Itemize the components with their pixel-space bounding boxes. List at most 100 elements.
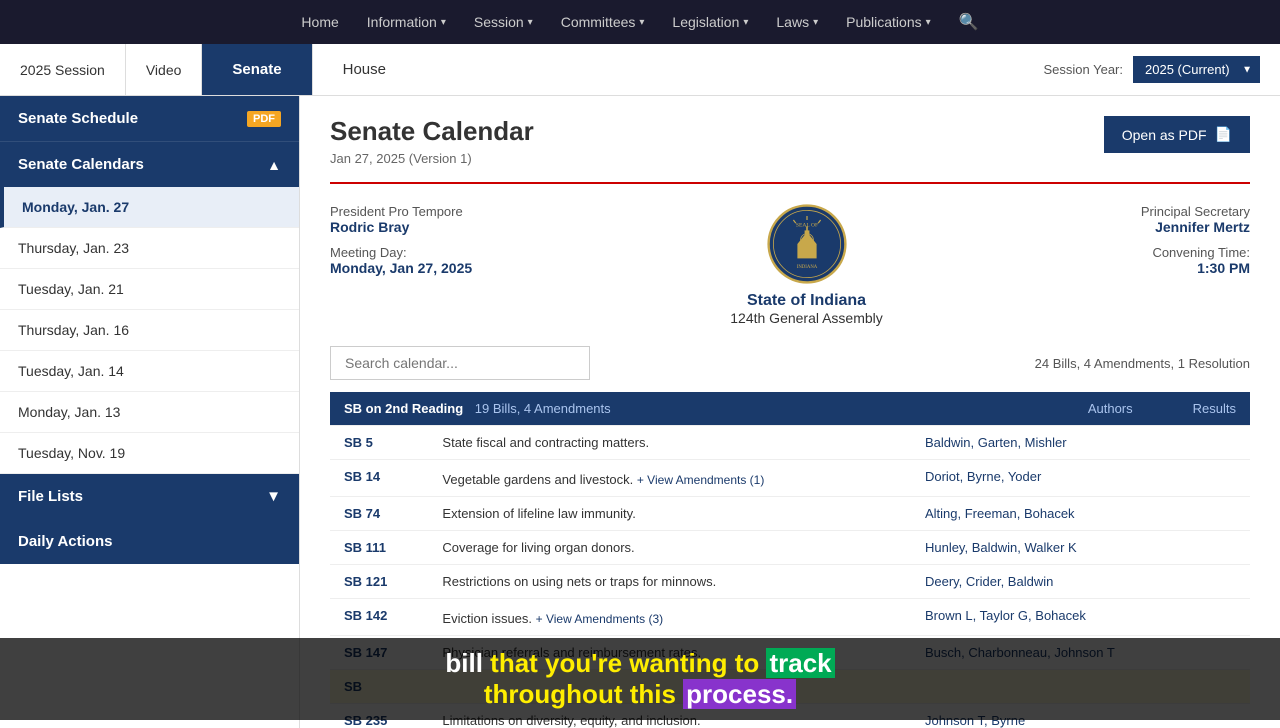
bill-results	[1211, 426, 1250, 460]
section-header-cell: SB on 2nd Reading 19 Bills, 4 Amendments…	[330, 392, 1250, 426]
view-amendments-link[interactable]: + View Amendments (3)	[536, 612, 664, 626]
subtitle-word-to: to	[735, 648, 767, 678]
convening-time-value: 1:30 PM	[1141, 260, 1250, 276]
nav-laws[interactable]: Laws ▾	[776, 14, 818, 30]
legislation-chevron-icon: ▾	[743, 17, 748, 28]
calendars-chevron-icon: ▲	[267, 157, 281, 173]
convening-time-label: Convening Time:	[1141, 245, 1250, 260]
bill-number[interactable]: SB 121	[344, 574, 387, 589]
nav-publications[interactable]: Publications ▾	[846, 14, 931, 30]
sidebar-date-thursday-jan23[interactable]: Thursday, Jan. 23	[0, 228, 299, 269]
nav-legislation[interactable]: Legislation ▾	[672, 14, 748, 30]
subtitle-word-throughout: throughout	[484, 679, 630, 709]
house-tab[interactable]: House	[312, 44, 416, 95]
bill-authors[interactable]: Alting, Freeman, Bohacek	[925, 506, 1075, 521]
pdf-icon: PDF	[247, 111, 281, 127]
president-value: Rodric Bray	[330, 219, 472, 235]
bill-description: Coverage for living organ donors.	[428, 531, 911, 565]
search-input[interactable]	[330, 346, 590, 380]
content-area: Senate Calendar Jan 27, 2025 (Version 1)…	[300, 96, 1280, 728]
session-year-select[interactable]: 2025 (Current)	[1133, 56, 1260, 83]
sidebar-date-tuesday-nov19[interactable]: Tuesday, Nov. 19	[0, 433, 299, 474]
file-lists-chevron-icon: ▼	[266, 488, 281, 505]
nav-home[interactable]: Home	[301, 14, 338, 30]
bill-authors[interactable]: Hunley, Baldwin, Walker K	[925, 540, 1077, 555]
table-row: SB 121 Restrictions on using nets or tra…	[330, 565, 1250, 599]
bill-authors[interactable]: Deery, Crider, Baldwin	[925, 574, 1053, 589]
bill-number[interactable]: SB 111	[344, 540, 386, 555]
section-count: 19 Bills, 4 Amendments	[475, 401, 611, 416]
sidebar: Senate Schedule PDF Senate Calendars ▲ M…	[0, 96, 300, 728]
senate-tab[interactable]: Senate	[202, 44, 311, 95]
summary-text: 24 Bills, 4 Amendments, 1 Resolution	[1035, 356, 1250, 371]
state-seal-image: SEAL OF INDIANA	[767, 204, 847, 284]
bill-number[interactable]: SB 142	[344, 608, 387, 623]
bill-description: Extension of lifeline law immunity.	[428, 497, 911, 531]
nav-committees[interactable]: Committees ▾	[561, 14, 645, 30]
session-label: 2025 Session	[0, 44, 126, 95]
session-chevron-icon: ▾	[528, 17, 533, 28]
table-row: SB 74 Extension of lifeline law immunity…	[330, 497, 1250, 531]
video-button[interactable]: Video	[126, 44, 203, 95]
nav-information[interactable]: Information ▾	[367, 14, 446, 30]
bill-description: State fiscal and contracting matters.	[428, 426, 911, 460]
subtitle-word-this: this	[630, 679, 683, 709]
subtitle-word-process: process.	[683, 679, 796, 709]
subtitle-overlay: bill that you're wanting to track throug…	[0, 638, 1280, 720]
open-pdf-button[interactable]: Open as PDF 📄	[1104, 116, 1250, 153]
state-name: State of Indiana	[747, 292, 866, 310]
secretary-value: Jennifer Mertz	[1141, 219, 1250, 235]
nav-search-button[interactable]: 🔍	[959, 12, 979, 32]
sidebar-date-monday-jan27[interactable]: Monday, Jan. 27	[0, 187, 299, 228]
view-amendments-link[interactable]: + View Amendments (1)	[637, 473, 765, 487]
bill-authors[interactable]: Brown L, Taylor G, Bohacek	[925, 608, 1086, 623]
sidebar-date-thursday-jan16[interactable]: Thursday, Jan. 16	[0, 310, 299, 351]
subtitle-word-that: that	[490, 648, 545, 678]
bill-authors[interactable]: Baldwin, Garten, Mishler	[925, 435, 1067, 450]
publications-chevron-icon: ▾	[926, 17, 931, 28]
open-pdf-label: Open as PDF	[1122, 127, 1207, 143]
bill-description: Vegetable gardens and livestock. + View …	[428, 460, 911, 497]
president-info: President Pro Tempore Rodric Bray Meetin…	[330, 204, 472, 276]
assembly-name: 124th General Assembly	[730, 310, 883, 326]
content-divider	[330, 182, 1250, 184]
table-row: SB 142 Eviction issues. + View Amendment…	[330, 599, 1250, 636]
sidebar-date-tuesday-jan14[interactable]: Tuesday, Jan. 14	[0, 351, 299, 392]
bill-description: Eviction issues. + View Amendments (3)	[428, 599, 911, 636]
table-row: SB 5 State fiscal and contracting matter…	[330, 426, 1250, 460]
pdf-file-icon: 📄	[1215, 126, 1232, 143]
subtitle-word-wanting: wanting	[629, 648, 734, 678]
sidebar-date-monday-jan13[interactable]: Monday, Jan. 13	[0, 392, 299, 433]
content-wrapper: Senate Calendar Jan 27, 2025 (Version 1)…	[330, 116, 1250, 728]
laws-chevron-icon: ▾	[813, 17, 818, 28]
bill-number[interactable]: SB 74	[344, 506, 380, 521]
bill-number[interactable]: SB 5	[344, 435, 373, 450]
header-info: President Pro Tempore Rodric Bray Meetin…	[330, 204, 1250, 326]
sidebar-date-tuesday-jan21[interactable]: Tuesday, Jan. 21	[0, 269, 299, 310]
page-title: Senate Calendar	[330, 116, 534, 147]
section-header-label: SB on 2nd Reading	[344, 401, 463, 416]
meeting-day-value: Monday, Jan 27, 2025	[330, 260, 472, 276]
committees-chevron-icon: ▾	[639, 17, 644, 28]
bill-description: Restrictions on using nets or traps for …	[428, 565, 911, 599]
svg-text:INDIANA: INDIANA	[796, 265, 817, 270]
sidebar-file-lists[interactable]: File Lists ▼	[0, 474, 299, 519]
authors-column-label: Authors	[1088, 401, 1133, 416]
session-year-section: Session Year: 2025 (Current)	[1023, 44, 1280, 95]
sidebar-senate-calendars[interactable]: Senate Calendars ▲	[0, 141, 299, 187]
subtitle-line1: bill that you're wanting to track	[10, 648, 1270, 679]
bill-authors[interactable]: Doriot, Byrne, Yoder	[925, 469, 1041, 484]
bill-results	[1211, 565, 1250, 599]
nav-session[interactable]: Session ▾	[474, 14, 533, 30]
bill-number[interactable]: SB 14	[344, 469, 380, 484]
sidebar-senate-schedule[interactable]: Senate Schedule PDF	[0, 96, 299, 141]
results-column-label: Results	[1193, 401, 1236, 416]
top-nav: Home Information ▾ Session ▾ Committees …	[0, 0, 1280, 44]
sidebar-daily-actions[interactable]: Daily Actions	[0, 519, 299, 564]
secretary-label: Principal Secretary	[1141, 204, 1250, 219]
secretary-info: Principal Secretary Jennifer Mertz Conve…	[1141, 204, 1250, 276]
subtitle-word-bill: bill	[445, 648, 490, 678]
section-header-row: SB on 2nd Reading 19 Bills, 4 Amendments…	[330, 392, 1250, 426]
subtitle-line2: throughout this process.	[10, 679, 1270, 710]
subtitle-word-track: track	[766, 648, 834, 678]
